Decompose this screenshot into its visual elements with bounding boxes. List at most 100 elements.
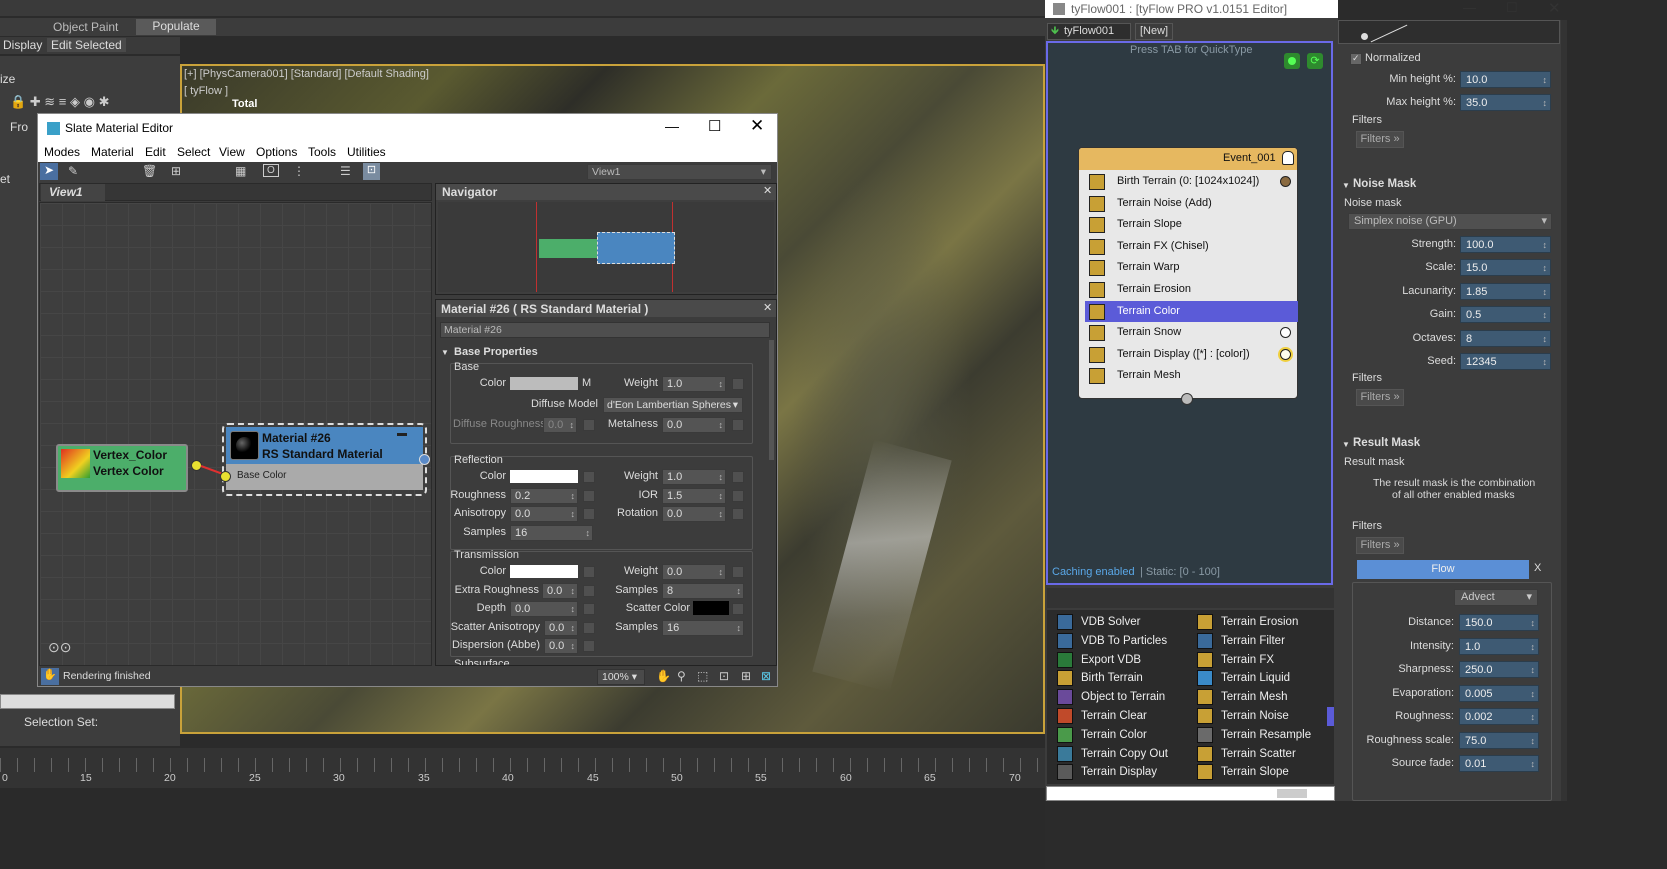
depot-item[interactable]: Terrain Resample (1195, 726, 1311, 744)
depot-item[interactable]: Object to Terrain (1055, 688, 1165, 706)
depot-item[interactable]: Terrain Mesh (1195, 688, 1287, 706)
layout-icon[interactable]: ⊞ (171, 164, 181, 178)
refl-color-map[interactable] (583, 471, 595, 483)
scatter-anisotropy-map[interactable] (583, 622, 595, 634)
intensity-input[interactable]: 1.0 (1459, 638, 1539, 655)
menu-edit[interactable]: Edit (145, 145, 166, 159)
dispersion-map[interactable] (583, 640, 595, 652)
depot-list[interactable]: VDB Solver VDB To Particles Export VDB Birt… (1047, 610, 1334, 784)
roughness-input[interactable]: 0.002 (1459, 708, 1539, 725)
rollout-triangle-icon[interactable]: ▼ (441, 348, 449, 357)
dispersion-input[interactable]: 0.0 (544, 638, 578, 654)
timeline[interactable] (0, 748, 1045, 788)
refl-weight-input[interactable]: 1.0 (662, 469, 726, 485)
depot-item[interactable]: Terrain Noise (1195, 707, 1289, 725)
metalness-map[interactable] (732, 419, 744, 431)
base-map-button[interactable]: M (582, 377, 591, 389)
options-icon[interactable]: O (263, 164, 279, 177)
depot-item[interactable]: Terrain Copy Out (1055, 745, 1168, 763)
ior-map[interactable] (732, 490, 744, 502)
refl-roughness-map[interactable] (583, 490, 595, 502)
curve-graph[interactable] (1338, 20, 1560, 44)
result-mask-title[interactable]: Result Mask (1353, 437, 1420, 449)
anisotropy-map[interactable] (583, 508, 595, 520)
trans-weight-input[interactable]: 0.0 (662, 564, 726, 580)
advect-dropdown[interactable]: Advect ▾ (1454, 589, 1538, 606)
menu-select[interactable]: Select (177, 145, 210, 159)
refl-color-swatch[interactable] (510, 470, 578, 483)
terrain-mesh-op[interactable]: Terrain Mesh (1085, 365, 1298, 386)
depot-item[interactable]: Terrain Scatter (1195, 745, 1296, 763)
maximize-icon[interactable]: ☐ (708, 117, 721, 135)
octaves-input[interactable]: 8 (1460, 330, 1551, 347)
min-height-input[interactable]: 10.0 (1460, 71, 1551, 88)
fit-icon[interactable]: ⊠ (761, 669, 771, 683)
gain-input[interactable]: 0.5 (1460, 306, 1551, 323)
filters-button-3[interactable]: Filters » (1356, 537, 1404, 554)
terrain-display-op[interactable]: Terrain Display ([*] : [color]) (1085, 344, 1298, 365)
menu-view[interactable]: View (219, 145, 245, 159)
viewport-label[interactable]: [+] [PhysCamera001] [Standard] [Default … (184, 68, 429, 80)
flow-filter-button[interactable]: Flow (1357, 560, 1529, 579)
strength-input[interactable]: 100.0 (1460, 236, 1551, 253)
extra-roughness-input[interactable]: 0.0 (542, 583, 578, 599)
depot-item[interactable]: Terrain Filter (1195, 632, 1285, 650)
menu-tools[interactable]: Tools (308, 145, 336, 159)
terrain-slope-op[interactable]: Terrain Slope (1085, 214, 1298, 235)
close-icon[interactable]: ✕ (750, 116, 764, 136)
params-close-icon[interactable]: ✕ (763, 301, 772, 314)
anisotropy-input[interactable]: 0.0 (510, 506, 578, 522)
view-tab[interactable]: View1 (41, 184, 105, 201)
depot-item[interactable]: Terrain Display (1055, 763, 1157, 781)
left-scroll[interactable] (0, 694, 175, 709)
metalness-input[interactable]: 0.0 (662, 417, 726, 433)
layout-children-icon[interactable]: ⋮ (293, 164, 305, 178)
terrain-warp-op[interactable]: Terrain Warp (1085, 257, 1298, 278)
birth-terrain-op[interactable]: Birth Terrain (0: [1024x1024]) (1085, 171, 1298, 192)
base-color-socket[interactable] (220, 471, 231, 482)
noise-mask-title[interactable]: Noise Mask (1353, 178, 1416, 190)
ior-input[interactable]: 1.5 (662, 488, 726, 504)
view-dropdown[interactable]: View1 ▾ (587, 164, 772, 180)
filters-button-2[interactable]: Filters » (1356, 389, 1404, 406)
normalized-checkbox[interactable]: ✓ (1350, 53, 1362, 65)
tyflow-tab[interactable]: 🡻 tyFlow001 (1047, 23, 1131, 40)
flow-remove-button[interactable]: X (1534, 562, 1541, 574)
depot-item[interactable]: Terrain Erosion (1195, 613, 1298, 631)
depot-item[interactable]: Terrain Color (1055, 726, 1147, 744)
depot-scrollbar[interactable] (1046, 786, 1335, 801)
zoom-icon[interactable]: ⚲ (677, 669, 686, 683)
seed-input[interactable]: 12345 (1460, 353, 1551, 370)
zoom-region-icon[interactable]: ⬚ (697, 669, 708, 683)
refl-roughness-input[interactable]: 0.2 (510, 488, 578, 504)
scatter-color-swatch[interactable] (693, 601, 729, 615)
trans-weight-map[interactable] (732, 566, 744, 578)
depth-map[interactable] (583, 603, 595, 615)
populate-tab[interactable]: Populate (136, 19, 216, 35)
terrain-erosion-op[interactable]: Terrain Erosion (1085, 279, 1298, 300)
tyflow-minimize-icon[interactable]: — (1463, 0, 1476, 15)
trans-color-map[interactable] (583, 566, 595, 578)
event-output-socket[interactable] (1181, 393, 1193, 405)
terrain-snow-op[interactable]: Terrain Snow (1085, 322, 1298, 343)
zoom-dropdown[interactable]: 100% ▾ (597, 669, 645, 685)
edit-selected-tab[interactable]: Edit Selected (47, 38, 126, 52)
scale-input[interactable]: 15.0 (1460, 259, 1551, 276)
lacunarity-input[interactable]: 1.85 (1460, 283, 1551, 300)
base-properties-title[interactable]: Base Properties (454, 346, 538, 358)
terrain-fx-op[interactable]: Terrain FX (Chisel) (1085, 236, 1298, 257)
props-scrollbar[interactable] (1561, 20, 1567, 801)
noise-mask-collapse-icon[interactable]: ▼ (1342, 181, 1350, 190)
diffuse-roughness-map[interactable] (583, 419, 595, 431)
material-output-socket[interactable] (419, 454, 430, 465)
result-mask-collapse-icon[interactable]: ▼ (1342, 440, 1350, 449)
filters-button-1[interactable]: Filters » (1356, 131, 1404, 148)
sharpness-input[interactable]: 250.0 (1459, 661, 1539, 678)
base-weight-input[interactable]: 1.0 (662, 376, 726, 392)
tree-icon[interactable]: ☰ (340, 164, 351, 178)
eyedropper-icon[interactable]: ✎ (68, 164, 78, 178)
material-name-field[interactable]: Material #26 (440, 322, 770, 338)
base-color-swatch[interactable] (510, 377, 578, 390)
delete-icon[interactable]: 🗑 (142, 164, 157, 178)
menu-modes[interactable]: Modes (44, 145, 80, 159)
